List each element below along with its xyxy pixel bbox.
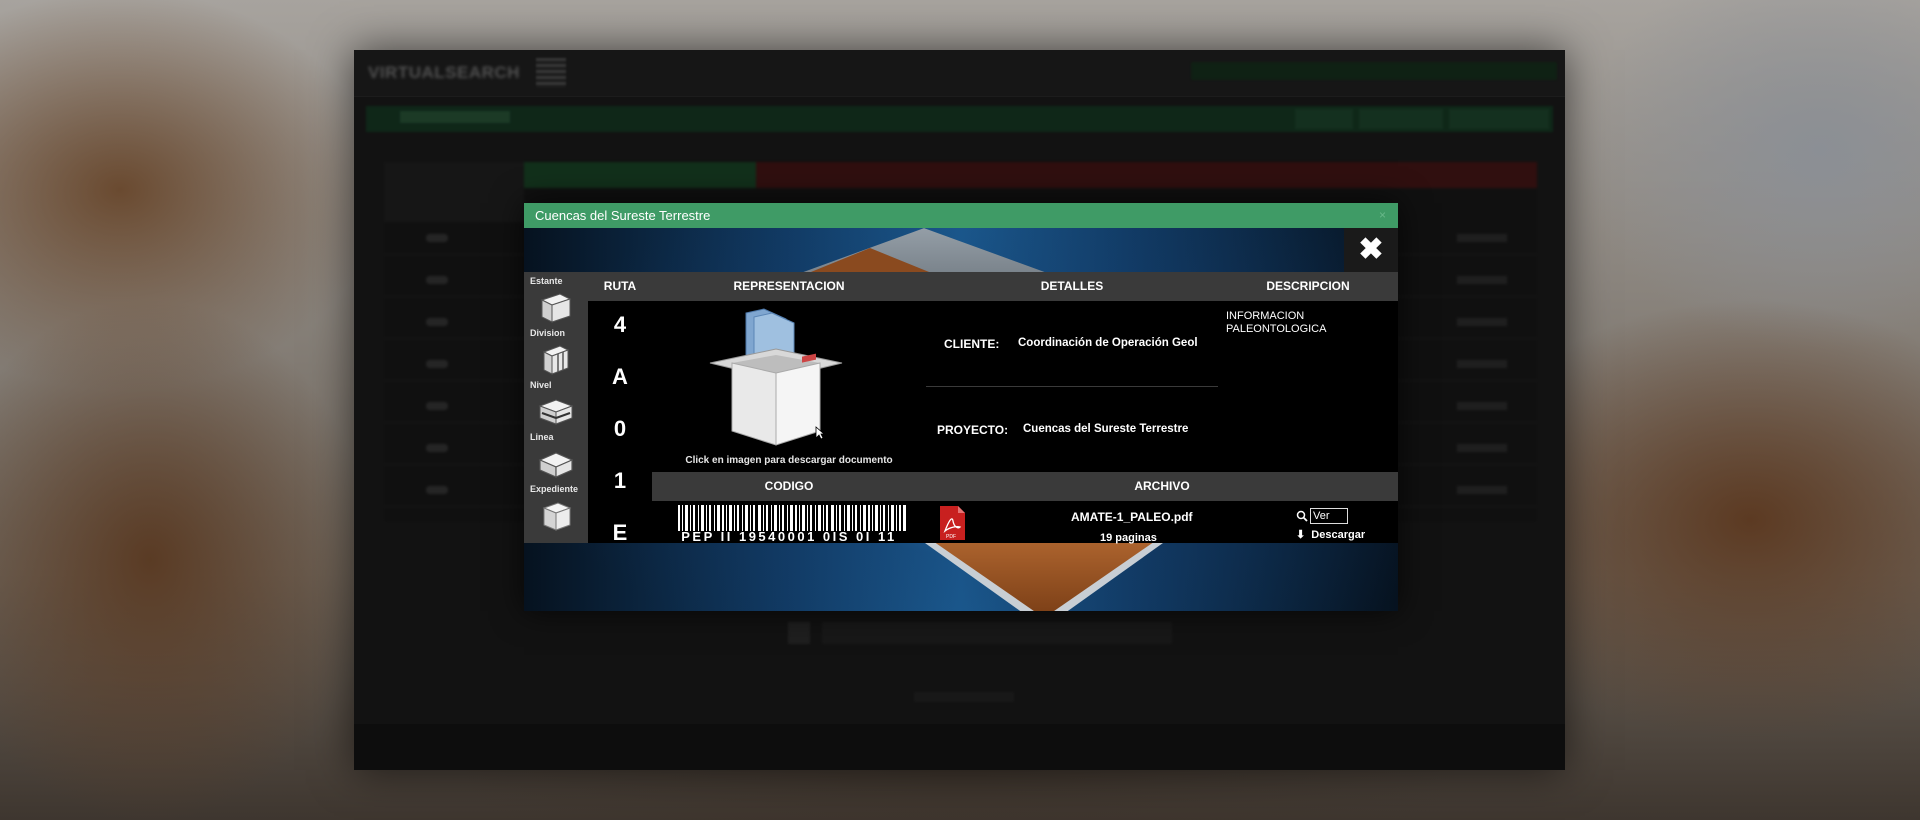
ruta-division-value: A [612, 364, 628, 389]
file-box-icon [542, 502, 572, 531]
location-level-label: Linea [530, 432, 554, 442]
pdf-file-icon: PDF [940, 506, 965, 540]
download-arrow-icon: ⬇ [1296, 529, 1306, 541]
file-name: AMATE-1_PALEO.pdf [1071, 510, 1193, 524]
representacion-area: Click en imagen para descargar documento [652, 301, 926, 472]
location-level-label: Estante [530, 276, 563, 286]
location-icons-column: Estante Division Nivel Linea Expediente [524, 272, 588, 543]
level-icon [538, 399, 574, 425]
proyecto-label: PROYECTO: [937, 423, 1009, 437]
barcode-text: PEP II 19540001 0IS 0I 11 [681, 529, 897, 544]
room-scene-top [798, 228, 1050, 274]
location-level-label: Division [530, 328, 566, 338]
ruta-linea-value: 1 [613, 468, 627, 493]
ver-button[interactable]: Ver [1310, 508, 1348, 524]
download-hint: Click en imagen para descargar documento [685, 455, 893, 466]
search-icon [1296, 510, 1308, 522]
division-icon [542, 345, 570, 375]
detalles-header: DETALLES [926, 272, 1218, 301]
info-panel: Estante Division Nivel Linea Expediente … [524, 272, 1398, 545]
representacion-header: REPRESENTACION [652, 272, 926, 301]
ruta-expediente-value: E [612, 520, 628, 545]
descargar-link[interactable]: ⬇ Descargar [1296, 528, 1365, 541]
shelf-icon [540, 293, 572, 323]
svg-text:PDF: PDF [946, 534, 956, 540]
descripcion-header: DESCRIPCION [1218, 272, 1398, 301]
detalles-area: CLIENTE: Coordinación de Operación Geol … [926, 301, 1219, 472]
location-level-label: Expediente [530, 484, 579, 494]
ruta-nivel-value: 0 [613, 416, 627, 441]
line-icon [538, 452, 574, 478]
cliente-value: Coordinación de Operación Geol [1018, 337, 1198, 349]
archivo-header: ARCHIVO [926, 472, 1398, 501]
modal-title: Cuencas del Sureste Terrestre [535, 208, 711, 223]
modal-body: ✖ Estante Division Nivel Linea Expedient… [524, 228, 1398, 611]
proyecto-row: PROYECTO: Cuencas del Sureste Terrestre [926, 387, 1219, 472]
codigo-area: PEP II 19540001 0IS 0I 11 [652, 501, 926, 544]
descargar-label: Descargar [1311, 529, 1366, 541]
ruta-column: RUTA 4 A 0 1 E [588, 272, 652, 545]
descripcion-text: INFORMACION PALEONTOLOGICA [1226, 310, 1327, 335]
mouse-cursor-icon [815, 426, 825, 440]
cliente-label: CLIENTE: [944, 337, 1000, 351]
proyecto-value: Cuencas del Sureste Terrestre [1023, 423, 1189, 435]
location-level-label: Nivel [530, 380, 552, 390]
modal-titlebar: Cuencas del Sureste Terrestre × [524, 203, 1398, 228]
file-pages: 19 paginas [1100, 532, 1157, 544]
document-modal: Cuencas del Sureste Terrestre × ✖ Estant… [524, 203, 1398, 611]
cliente-row: CLIENTE: Coordinación de Operación Geol [926, 301, 1219, 387]
descripcion-area: INFORMACION PALEONTOLOGICA [1218, 301, 1398, 472]
codigo-header: CODIGO [652, 472, 926, 501]
barcode-image [678, 505, 906, 531]
titlebar-close-icon[interactable]: × [1379, 203, 1386, 228]
close-button[interactable]: ✖ [1344, 228, 1398, 272]
ruta-estante-value: 4 [613, 312, 627, 337]
ruta-header: RUTA [588, 272, 652, 301]
document-box-image[interactable] [706, 307, 846, 447]
archivo-area: PDF AMATE-1_PALEO.pdf 19 paginas Ver ⬇ D… [926, 501, 1398, 544]
